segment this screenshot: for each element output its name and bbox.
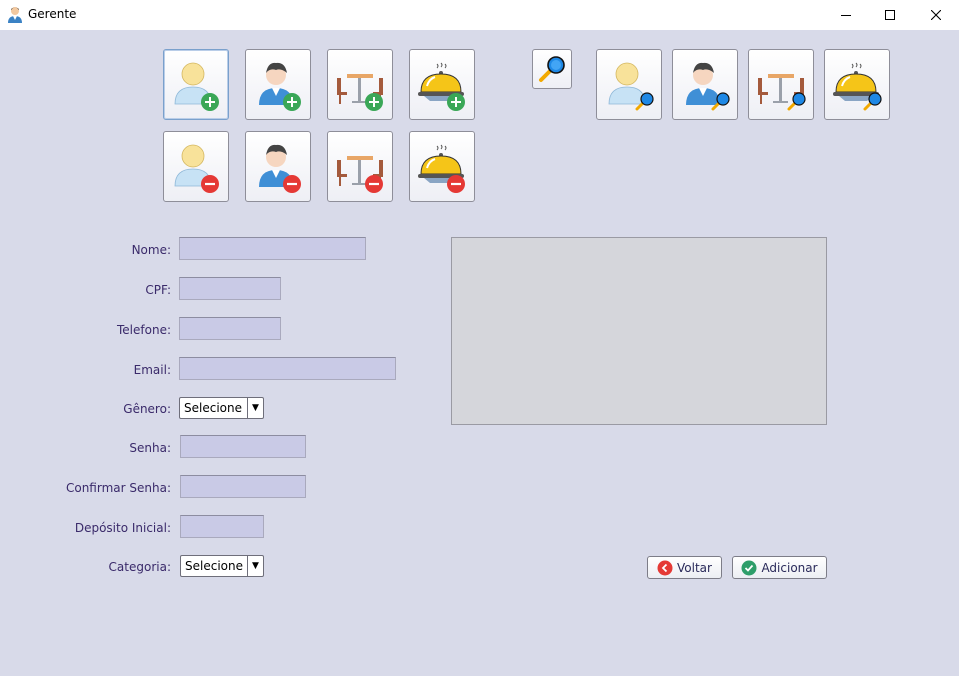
senha-label: Senha: [129,441,171,455]
categoria-select[interactable]: Selecione ▼ [180,555,264,577]
add-dish-button[interactable] [409,49,475,120]
dish-search-icon [833,62,882,110]
genero-selected-value: Selecione [184,401,242,415]
remove-table-button[interactable] [327,131,393,202]
window-title: Gerente [28,7,77,21]
categoria-label: Categoria: [108,560,171,574]
deposito-inicial-input[interactable] [180,515,264,538]
minimize-button[interactable] [823,0,869,30]
confirmar-senha-label: Confirmar Senha: [65,481,171,495]
email-input[interactable] [179,357,396,380]
check-icon [741,560,757,575]
close-icon [931,10,941,20]
back-icon [657,560,673,575]
confirmar-senha-input[interactable] [180,475,306,498]
maximize-icon [885,10,895,20]
add-employee-button[interactable] [245,49,311,120]
chevron-down-icon[interactable]: ▼ [247,398,263,418]
table-search-icon [758,73,806,110]
table-remove-icon [337,155,383,193]
client-add-icon [174,62,219,111]
genero-label: Gênero: [123,402,171,416]
remove-employee-button[interactable] [245,131,311,202]
maximize-button[interactable] [867,0,913,30]
employee-remove-icon [259,144,301,193]
employee-add-icon [259,62,301,111]
dish-remove-icon [418,144,465,193]
remove-dish-button[interactable] [409,131,475,202]
email-label: Email: [133,363,171,377]
voltar-button[interactable]: Voltar [647,556,722,579]
preview-panel [451,237,827,425]
cpf-input[interactable] [179,277,281,300]
table-add-icon [337,73,383,111]
adicionar-label: Adicionar [761,560,818,575]
adicionar-button[interactable]: Adicionar [732,556,827,579]
categoria-selected-value: Selecione [185,559,243,573]
add-table-button[interactable] [327,49,393,120]
search-icon [539,56,565,82]
search-table-button[interactable] [748,49,814,120]
app-icon [8,7,22,23]
cpf-label: CPF: [145,283,171,297]
telefone-input[interactable] [179,317,281,340]
client-remove-icon [174,144,219,193]
senha-input[interactable] [180,435,306,458]
dish-add-icon [418,62,465,111]
title-bar: Gerente [0,0,959,30]
telefone-label: Telefone: [117,323,171,337]
search-employee-button[interactable] [672,49,738,120]
close-button[interactable] [913,0,959,30]
nome-label: Nome: [131,243,171,257]
search-button[interactable] [532,49,572,89]
genero-select[interactable]: Selecione ▼ [179,397,264,419]
search-client-button[interactable] [596,49,662,120]
deposito-inicial-label: Depósito Inicial: [74,521,171,535]
search-dish-button[interactable] [824,49,890,120]
voltar-label: Voltar [677,560,712,575]
minimize-icon [841,15,851,16]
add-client-button[interactable] [163,49,229,120]
remove-client-button[interactable] [163,131,229,202]
employee-search-icon [686,62,730,110]
chevron-down-icon[interactable]: ▼ [247,556,263,576]
nome-input[interactable] [179,237,366,260]
client-search-icon [608,62,654,110]
